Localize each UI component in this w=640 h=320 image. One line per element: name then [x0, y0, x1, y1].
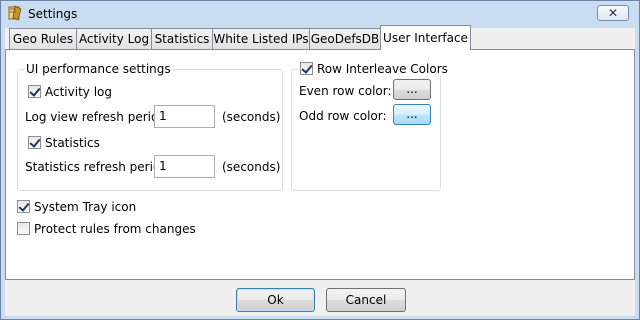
- stats-refresh-unit: (seconds): [222, 160, 281, 174]
- tab-label: Statistics: [154, 32, 210, 46]
- even-row-color-label: Even row color:: [299, 84, 392, 98]
- ok-button[interactable]: Ok: [236, 288, 315, 312]
- protect-rules-row[interactable]: Protect rules from changes: [17, 221, 196, 236]
- user-interface-tab-page: UI performance settings Activity log Log…: [5, 49, 635, 280]
- tab-label: GeoDefsDB: [310, 32, 380, 46]
- tab-user-interface[interactable]: User Interface: [380, 25, 471, 50]
- window-title: Settings: [28, 7, 78, 21]
- system-tray-label: System Tray icon: [34, 199, 137, 214]
- tab-geo-rules[interactable]: Geo Rules: [9, 28, 77, 49]
- statistics-checkbox[interactable]: [28, 136, 41, 149]
- tab-statistics[interactable]: Statistics: [151, 28, 213, 49]
- odd-row-color-label: Odd row color:: [299, 109, 387, 123]
- activity-log-checkbox[interactable]: [28, 85, 41, 98]
- tab-label: White Listed IPs: [213, 32, 309, 46]
- tab-label: Geo Rules: [12, 32, 74, 46]
- system-tray-checkbox[interactable]: [17, 200, 30, 213]
- protect-rules-checkbox[interactable]: [17, 222, 30, 235]
- system-tray-row[interactable]: System Tray icon: [17, 199, 136, 214]
- client-area: Geo Rules Activity Log Statistics White …: [5, 25, 635, 316]
- statistics-checkbox-row[interactable]: Statistics: [28, 135, 100, 150]
- row-colors-checkbox[interactable]: [300, 62, 313, 75]
- tab-geodefsdb[interactable]: GeoDefsDB: [309, 28, 381, 49]
- activity-log-label: Activity log: [45, 84, 112, 99]
- even-row-color-button[interactable]: ...: [393, 79, 431, 100]
- tab-white-listed-ips[interactable]: White Listed IPs: [212, 28, 310, 49]
- row-colors-label: Row Interleave Colors: [317, 61, 448, 76]
- activity-log-checkbox-row[interactable]: Activity log: [28, 84, 112, 99]
- title-bar[interactable]: Settings ✕: [1, 1, 639, 28]
- log-refresh-label: Log view refresh period: [25, 110, 166, 124]
- tab-label: Activity Log: [78, 32, 150, 46]
- tab-label: User Interface: [383, 31, 468, 45]
- app-icon: [8, 5, 22, 21]
- close-icon: ✕: [607, 6, 619, 20]
- tab-activity-log[interactable]: Activity Log: [76, 28, 152, 49]
- odd-row-color-button[interactable]: ...: [393, 104, 431, 125]
- statistics-label: Statistics: [45, 135, 100, 150]
- log-refresh-unit: (seconds): [222, 110, 281, 124]
- settings-window: Settings ✕ Geo Rules Activity Log Statis…: [0, 0, 640, 320]
- stats-refresh-label: Statistics refresh period: [25, 160, 168, 174]
- protect-rules-label: Protect rules from changes: [34, 221, 196, 236]
- stats-refresh-input[interactable]: 1: [154, 155, 215, 178]
- row-colors-toggle[interactable]: Row Interleave Colors: [298, 61, 450, 76]
- ui-performance-group-title: UI performance settings: [24, 62, 173, 76]
- cancel-button[interactable]: Cancel: [326, 288, 406, 312]
- close-button[interactable]: ✕: [597, 5, 629, 21]
- log-refresh-input[interactable]: 1: [154, 105, 215, 128]
